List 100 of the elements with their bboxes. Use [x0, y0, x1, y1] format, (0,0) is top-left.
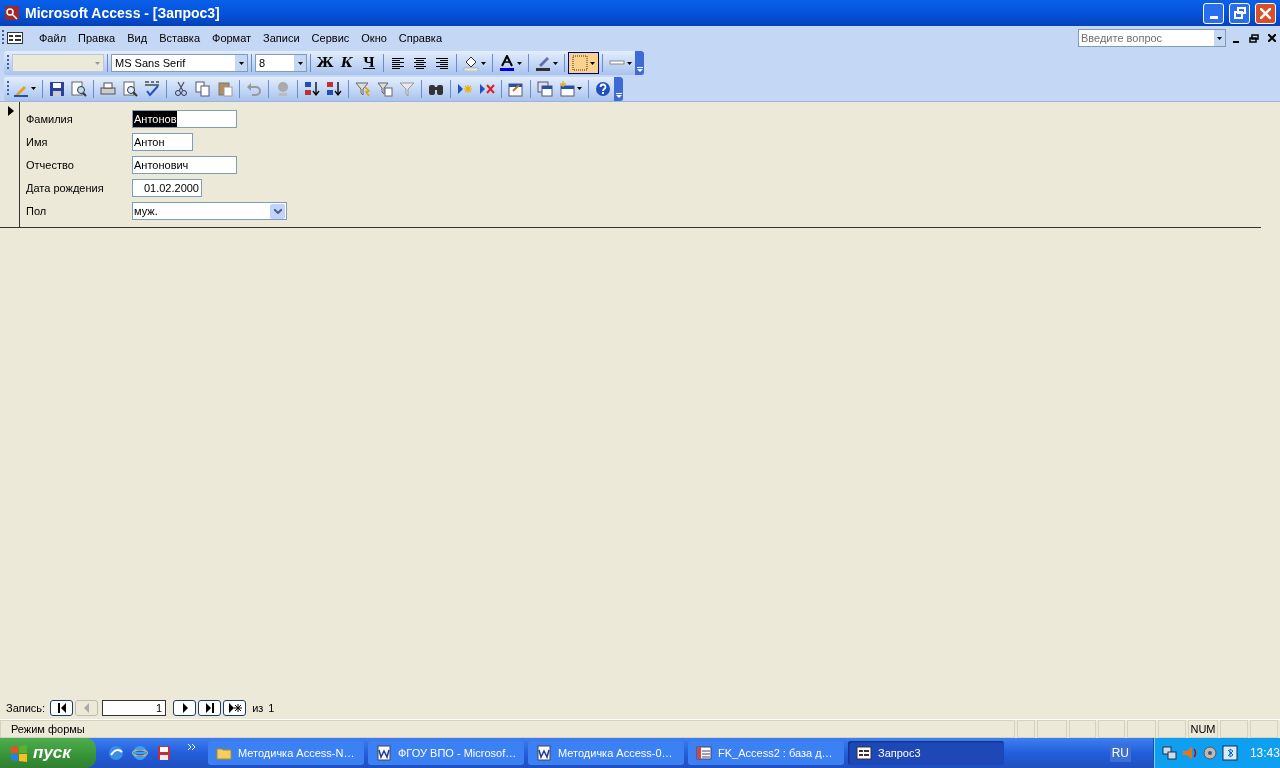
menu-item[interactable]: Формат — [206, 28, 258, 48]
grip-icon — [7, 54, 10, 72]
restore-button[interactable] — [1229, 2, 1250, 24]
menu-item[interactable]: Записи — [257, 28, 306, 48]
copy-icon — [195, 80, 211, 97]
record-number-field[interactable]: 1 — [102, 700, 167, 716]
caret-icon — [627, 61, 632, 65]
status-panel — [1250, 720, 1278, 738]
database-window-icon — [537, 80, 553, 97]
document-icon — [376, 745, 392, 761]
close-icon — [1260, 7, 1271, 19]
status-panel — [1220, 720, 1248, 738]
close-button[interactable] — [1255, 2, 1276, 24]
num-lock-indicator: NUM — [1188, 720, 1218, 738]
bluetooth-monitor-icon — [1222, 745, 1239, 761]
minimize-button[interactable] — [1203, 2, 1224, 24]
taskbar-button[interactable]: Методичка Access-0… — [528, 741, 684, 765]
minimize-icon — [1233, 41, 1239, 43]
speaker-icon — [1182, 745, 1199, 761]
globe-icon[interactable] — [132, 745, 148, 761]
caret-icon — [517, 61, 522, 65]
start-button[interactable]: пуск — [0, 738, 96, 768]
form-icon — [856, 745, 872, 761]
status-panel — [1017, 720, 1035, 738]
caret-icon — [297, 61, 303, 65]
caret-icon — [95, 61, 100, 65]
chevron-down-icon — [273, 208, 282, 214]
toolbar-options-button[interactable] — [614, 76, 623, 101]
status-panel — [1069, 720, 1096, 738]
caret-icon — [590, 61, 595, 65]
sort-ascending-icon — [304, 80, 320, 97]
record-count: 1 — [268, 700, 275, 716]
bluetooth-monitor-tray-button[interactable] — [1221, 744, 1239, 762]
language-indicator[interactable]: RU — [1109, 744, 1131, 762]
fill-bucket-icon — [463, 55, 479, 71]
taskbar-button[interactable]: Запрос3 — [848, 741, 1004, 765]
first-record-button[interactable] — [50, 700, 74, 716]
font-size-value: 8 — [258, 55, 267, 71]
align-center-icon — [412, 55, 428, 71]
close-icon — [1268, 34, 1276, 42]
toolbar-options-button[interactable] — [635, 51, 644, 75]
scissors-icon — [173, 80, 189, 97]
field-label: Дата рождения — [26, 180, 105, 196]
printer-icon — [100, 80, 116, 97]
menu-item[interactable]: Окно — [355, 28, 393, 48]
field-label: Отчество — [26, 157, 75, 173]
align-right-icon — [434, 55, 450, 71]
current-record-icon — [7, 106, 14, 116]
menu-item[interactable]: Файл — [33, 28, 73, 48]
italic-button[interactable]: К — [336, 52, 358, 74]
taskbar-button[interactable]: FK_Access2 : база д… — [688, 741, 844, 765]
record-of-label: из — [252, 700, 264, 716]
bold-button[interactable]: Ж — [314, 52, 336, 74]
underline-button[interactable]: Ч — [358, 52, 380, 74]
font-color-icon — [499, 55, 515, 71]
spelling-icon — [144, 80, 160, 97]
network-tray-button[interactable] — [1162, 744, 1179, 762]
print-preview-icon — [122, 80, 138, 97]
dropdown-field[interactable]: муж. — [132, 202, 287, 220]
clipboard-icon — [217, 80, 233, 97]
browser-icon[interactable] — [108, 745, 124, 761]
new-record-button[interactable] — [223, 700, 247, 716]
input-field[interactable]: Антон — [132, 133, 193, 151]
sort-descending-icon — [326, 80, 342, 97]
border-icon — [572, 55, 588, 71]
network-icon — [1162, 745, 1179, 761]
font-dropdown[interactable]: MS Sans Serif — [111, 54, 248, 72]
next-record-button[interactable] — [173, 700, 197, 716]
save-icon — [49, 80, 65, 97]
status-text: Режим формы — [0, 720, 1015, 738]
menu-item[interactable]: Вид — [121, 28, 154, 48]
taskbar-button[interactable]: Методичка Access-N… — [208, 741, 364, 765]
input-field[interactable]: 01.02.2000 — [132, 179, 202, 197]
menu-item[interactable]: Справка — [392, 28, 448, 48]
font-value: MS Sans Serif — [114, 55, 187, 71]
border-button[interactable] — [568, 52, 599, 74]
window-title: Microsoft Access - [Запрос3] — [25, 3, 221, 23]
disc-tray-button[interactable] — [1201, 744, 1219, 762]
form-icon — [7, 31, 23, 45]
field-label: Фамилия — [26, 111, 74, 127]
caret-icon — [31, 87, 36, 90]
status-panel — [1098, 720, 1125, 738]
grip-icon — [2, 29, 5, 47]
chevron-icon — [615, 92, 622, 98]
disc-icon — [1202, 745, 1219, 761]
restore-icon — [1249, 33, 1259, 43]
restore-icon — [1233, 7, 1246, 19]
input-field[interactable]: Антонович — [132, 156, 237, 174]
document-icon — [536, 745, 552, 761]
align-left-icon — [390, 55, 406, 71]
menu-item[interactable]: Сервис — [305, 28, 356, 48]
database-icon — [696, 745, 712, 761]
taskbar-button[interactable]: ФГОУ ВПО - Microsof… — [368, 741, 524, 765]
caret-icon — [481, 61, 486, 65]
last-record-button[interactable] — [198, 700, 222, 716]
status-panel — [1127, 720, 1156, 738]
font-size-dropdown[interactable]: 8 — [255, 54, 307, 72]
menu-item[interactable]: Правка — [72, 28, 122, 48]
menu-item[interactable]: Вставка — [153, 28, 206, 48]
input-field[interactable]: Антонов — [132, 110, 237, 128]
